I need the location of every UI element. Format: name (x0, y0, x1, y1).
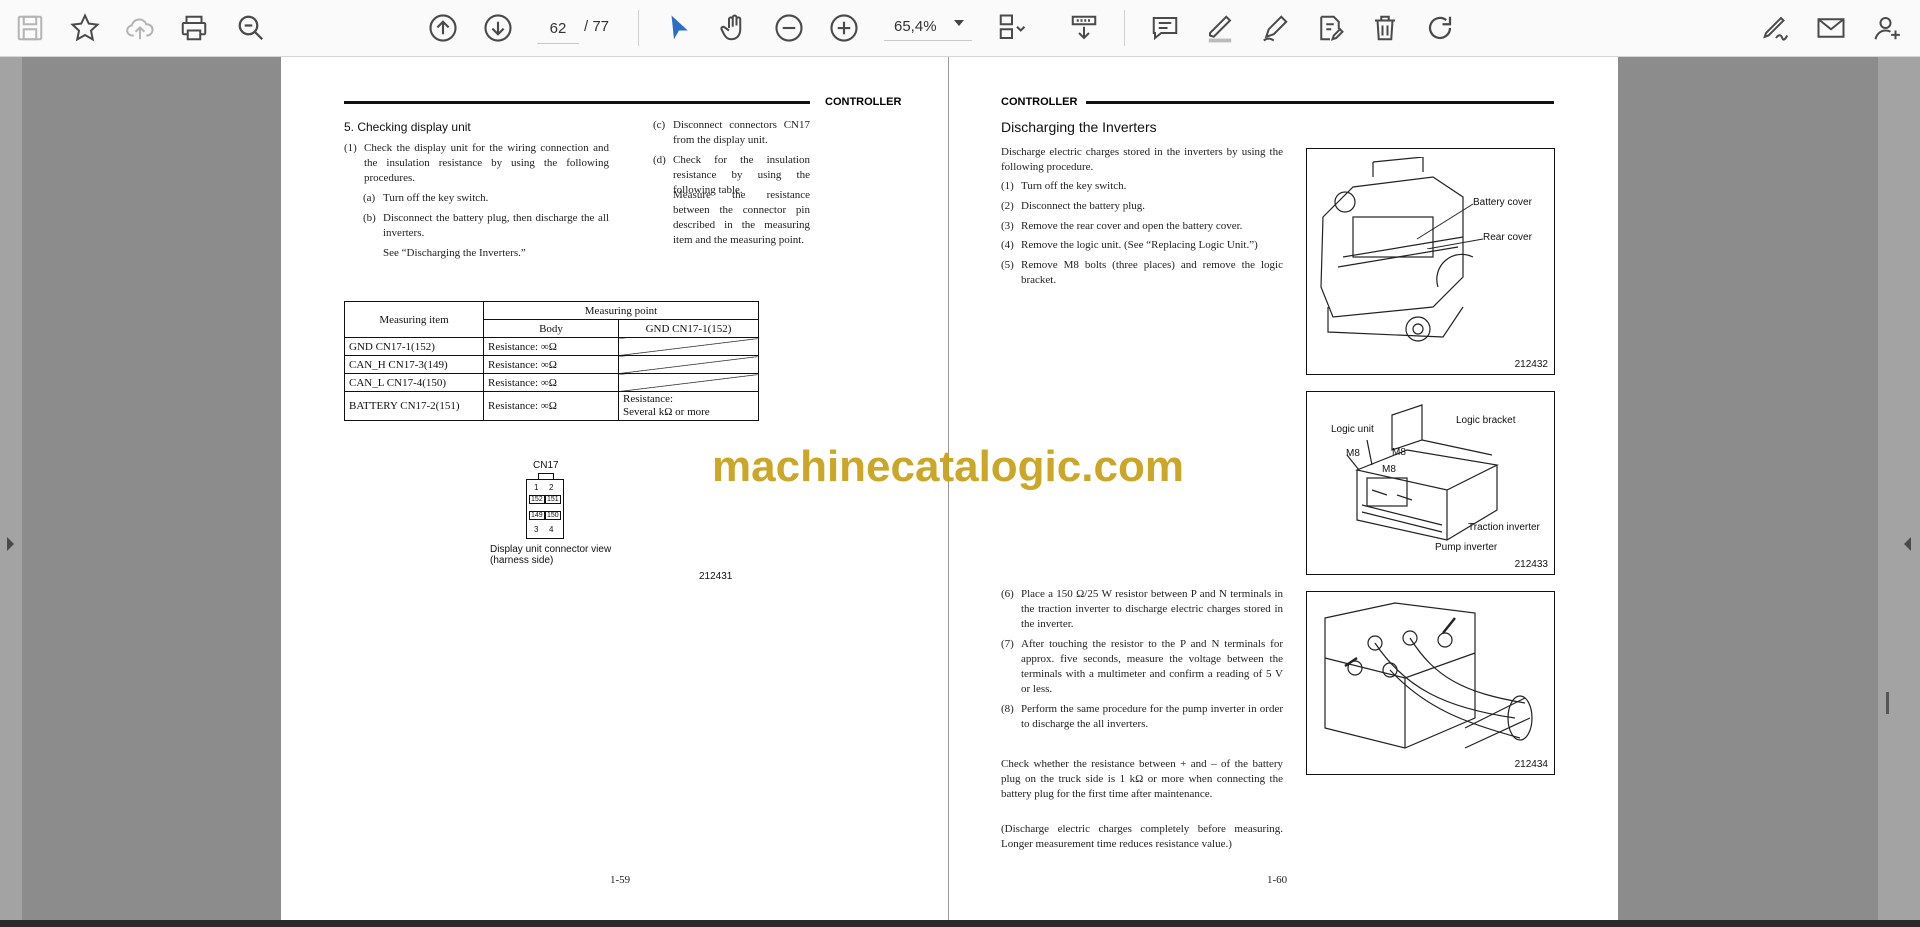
page-up-icon[interactable] (425, 10, 461, 46)
connector-title: CN17 (533, 460, 559, 471)
print-icon[interactable] (176, 10, 212, 46)
list-item: (1) Check the display unit for the wirin… (344, 142, 609, 184)
figure-id: 212431 (699, 571, 733, 582)
list-item: Measure the resistance between the conne… (673, 189, 810, 246)
figure-id: 212432 (1514, 359, 1548, 370)
callout-label: Traction inverter (1468, 522, 1540, 533)
section-title: Discharging the Inverters (1001, 119, 1157, 135)
header-rule (1086, 101, 1554, 104)
comment-icon[interactable] (1147, 10, 1183, 46)
callout-lines (1416, 203, 1484, 249)
connector-diagram: 1 2 152 151 149 150 3 4 (526, 479, 564, 539)
list-item: See “Discharging the Inverters.” (383, 247, 526, 259)
select-cursor-icon[interactable] (661, 10, 697, 46)
table-row: BATTERY CN17-2(151) Resistance: ∞Ω Resis… (344, 391, 759, 421)
list-item: (2) Disconnect the battery plug. (1001, 200, 1146, 212)
bookmark-star-icon[interactable] (67, 10, 103, 46)
table-row: GND CN17-1(152) Resistance: ∞Ω (344, 337, 759, 356)
list-item: (7) After touching the resistor to the P … (1001, 638, 1283, 695)
edit-text-icon[interactable] (1312, 10, 1348, 46)
callout-label: M8 (1392, 447, 1406, 458)
callout-label: M8 (1346, 448, 1360, 459)
paragraph: Discharge electric charges stored in the… (1001, 146, 1283, 173)
note-paragraph: Check whether the resistance between + a… (1001, 758, 1283, 800)
scroll-mode-icon[interactable] (1066, 10, 1102, 46)
connector-caption: (harness side) (490, 555, 554, 566)
page-total: / 77 (584, 18, 610, 35)
page-header: CONTROLLER (1001, 96, 1078, 108)
list-item: (4) Remove the logic unit. (See “Replacin… (1001, 239, 1258, 251)
page-number: 1-59 (610, 874, 631, 886)
page-header: CONTROLLER (825, 96, 902, 108)
left-panel-toggle[interactable] (0, 57, 22, 920)
list-item: (8) Perform the same procedure for the pu… (1001, 703, 1283, 730)
forklift-illustration (1320, 157, 1474, 342)
callout-label: Rear cover (1483, 232, 1532, 243)
bottom-bar (0, 920, 1920, 927)
chevron-left-icon[interactable] (1904, 537, 1911, 551)
page-number: 1-60 (1267, 874, 1288, 886)
table-header: Measuring item (344, 301, 484, 338)
right-panel-toggle[interactable] (1878, 57, 1920, 920)
header-rule (344, 101, 810, 104)
delete-icon[interactable] (1367, 10, 1403, 46)
list-item: (1) Turn off the key switch. (1001, 180, 1127, 192)
terminals-illustration (1324, 602, 1533, 749)
list-item: (5) Remove M8 bolts (three places) and re… (1001, 259, 1283, 286)
highlight-pen-icon[interactable] (1202, 10, 1238, 46)
callout-label: Logic bracket (1456, 415, 1516, 426)
add-user-icon[interactable] (1870, 10, 1906, 46)
page-layout-icon[interactable] (994, 10, 1030, 46)
table-row: CAN_H CN17-3(149) Resistance: ∞Ω (344, 355, 759, 374)
callout-label: M8 (1382, 464, 1396, 475)
list-item: (c) Disconnect connectors CN17 from the … (653, 119, 810, 146)
figure-logic-bracket: Logic unit Logic bracket M8 M8 M8 Tracti… (1306, 391, 1555, 575)
zoom-in-icon[interactable] (826, 10, 862, 46)
email-icon[interactable] (1813, 10, 1849, 46)
zoom-out-icon[interactable] (771, 10, 807, 46)
list-item: (3) Remove the rear cover and open the ba… (1001, 220, 1243, 232)
section-title: 5. Checking display unit (344, 120, 471, 134)
connector-caption: Display unit connector view (490, 544, 612, 555)
figure-id: 212433 (1514, 559, 1548, 570)
scrollbar-thumb[interactable] (1886, 692, 1889, 714)
table-header: Body (483, 319, 619, 338)
toolbar-divider (1124, 10, 1125, 46)
toolbar-divider (638, 10, 639, 46)
zoom-search-icon[interactable] (233, 10, 269, 46)
table-header: Measuring point (483, 301, 759, 320)
list-item: (a) Turn off the key switch. (363, 192, 489, 204)
upload-cloud-icon[interactable] (122, 10, 158, 46)
table-row: CAN_L CN17-4(150) Resistance: ∞Ω (344, 373, 759, 392)
toolbar: / 77 65,4% (0, 0, 1920, 57)
figure-inverter-terminals: 212434 (1306, 591, 1555, 775)
zoom-select[interactable]: 65,4% (884, 13, 972, 41)
chevron-right-icon[interactable] (7, 537, 14, 551)
rotate-icon[interactable] (1422, 10, 1458, 46)
measurement-table: Measuring item Measuring point Body GND … (344, 301, 759, 421)
page-down-icon[interactable] (480, 10, 516, 46)
hand-tool-icon[interactable] (716, 10, 752, 46)
list-item: (6) Place a 150 Ω/25 W resistor between P… (1001, 588, 1283, 630)
callout-label: Pump inverter (1435, 542, 1498, 553)
list-item: (b) Disconnect the battery plug, then di… (363, 212, 609, 239)
save-icon[interactable] (12, 10, 48, 46)
figure-battery-cover: Battery cover Rear cover 212432 (1306, 148, 1555, 375)
note-paragraph: (Discharge electric charges completely b… (1001, 823, 1283, 850)
draw-icon[interactable] (1257, 10, 1293, 46)
page-number-input[interactable] (537, 13, 579, 44)
sign-icon[interactable] (1758, 10, 1794, 46)
callout-label: Logic unit (1331, 424, 1374, 435)
figure-id: 212434 (1514, 759, 1548, 770)
table-header: GND CN17-1(152) (618, 319, 759, 338)
watermark-text: machinecatalogic.com (712, 442, 1184, 491)
chevron-down-icon[interactable] (954, 20, 964, 26)
